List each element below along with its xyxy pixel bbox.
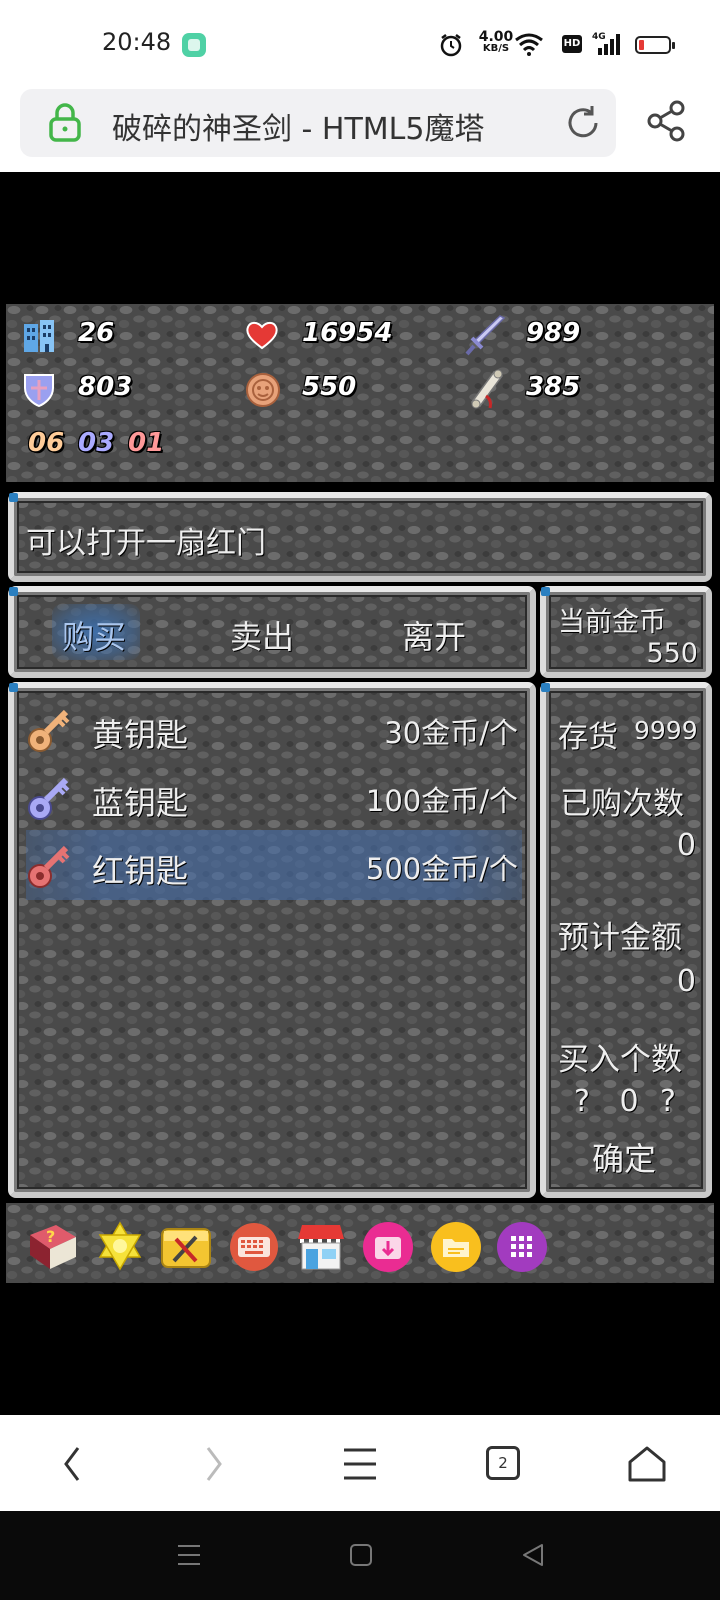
estimate-value: 0 bbox=[676, 964, 696, 999]
tabs-count-button[interactable]: 2 bbox=[486, 1446, 520, 1480]
message-text: 可以打开一扇红门 bbox=[26, 526, 266, 561]
stock-value: 9999 bbox=[634, 716, 698, 745]
red-key-count: 01 bbox=[128, 428, 165, 458]
tab-buy[interactable]: 购买 bbox=[62, 612, 126, 658]
floor-value: 26 bbox=[78, 318, 115, 348]
quantity-label: 买入个数 bbox=[558, 1042, 682, 1078]
item-price: 100金币/个 bbox=[365, 784, 518, 818]
heart-icon bbox=[246, 321, 278, 350]
home-icon[interactable] bbox=[626, 1444, 668, 1484]
toolbox-icon[interactable] bbox=[160, 1221, 212, 1271]
monster-book-icon[interactable]: ? bbox=[26, 1221, 80, 1273]
hd-badge: HD bbox=[562, 35, 582, 53]
defense-value: 803 bbox=[78, 372, 133, 402]
estimate-label: 预计金额 bbox=[558, 920, 682, 956]
tab-sell[interactable]: 卖出 bbox=[230, 612, 294, 658]
quantity-decrease-button[interactable]: ? bbox=[574, 1084, 590, 1119]
system-home-icon[interactable] bbox=[348, 1542, 374, 1568]
reload-icon[interactable] bbox=[564, 104, 602, 142]
network-speed-unit: KB/S bbox=[482, 43, 510, 54]
keyboard-icon[interactable] bbox=[228, 1221, 280, 1273]
alarm-icon bbox=[440, 34, 462, 57]
attack-value: 989 bbox=[526, 318, 581, 348]
menu-grid-icon[interactable] bbox=[496, 1221, 548, 1273]
app-notification-icon bbox=[182, 33, 206, 57]
fly-star-icon[interactable] bbox=[96, 1221, 144, 1271]
svg-text:?: ? bbox=[46, 1227, 55, 1246]
load-icon[interactable] bbox=[430, 1221, 482, 1273]
blue-key-count: 03 bbox=[78, 428, 115, 458]
network-speed-value: 4.00 bbox=[478, 29, 514, 45]
floor-tower-icon bbox=[24, 320, 54, 352]
lock-icon bbox=[49, 103, 81, 142]
red-key-icon bbox=[28, 845, 70, 888]
bought-count-label: 已购次数 bbox=[560, 786, 684, 822]
item-name: 蓝钥匙 bbox=[92, 784, 189, 822]
forward-icon[interactable] bbox=[200, 1444, 228, 1484]
blue-key-icon bbox=[28, 777, 70, 820]
page-title[interactable]: 破碎的神圣剑 - HTML5魔塔 bbox=[112, 104, 484, 148]
signal-icon bbox=[598, 34, 620, 55]
confirm-button[interactable]: 确定 bbox=[592, 1134, 656, 1180]
item-name: 红钥匙 bbox=[92, 852, 189, 890]
experience-value: 385 bbox=[526, 372, 581, 402]
tab-leave[interactable]: 离开 bbox=[402, 612, 466, 658]
wifi-icon bbox=[515, 33, 543, 56]
current-gold-label: 当前金币 bbox=[558, 607, 666, 638]
yellow-key-icon bbox=[28, 709, 70, 752]
status-time: 20:48 bbox=[102, 28, 172, 56]
shop-icon[interactable] bbox=[294, 1221, 348, 1273]
save-icon[interactable] bbox=[362, 1221, 414, 1273]
share-icon[interactable] bbox=[646, 100, 688, 142]
hp-value: 16954 bbox=[302, 318, 393, 348]
item-price: 30金币/个 bbox=[384, 716, 518, 750]
sword-attack-icon bbox=[465, 315, 506, 356]
quantity-increase-button[interactable]: ? bbox=[660, 1084, 676, 1119]
network-speed: 4.00 KB/S bbox=[478, 29, 514, 54]
experience-scroll-icon bbox=[470, 369, 504, 409]
current-gold-value: 550 bbox=[646, 638, 698, 669]
stock-label: 存货 bbox=[558, 720, 618, 755]
battery-icon bbox=[635, 36, 675, 54]
gold-coin-icon bbox=[246, 373, 280, 407]
bought-count-value: 0 bbox=[676, 828, 696, 863]
quantity-value: 0 bbox=[619, 1084, 639, 1119]
back-icon[interactable] bbox=[58, 1444, 86, 1484]
yellow-key-count: 06 bbox=[28, 428, 65, 458]
item-price: 500金币/个 bbox=[365, 852, 518, 886]
gold-value: 550 bbox=[302, 372, 357, 402]
hamburger-menu-icon[interactable] bbox=[342, 1446, 378, 1482]
system-back-icon[interactable] bbox=[520, 1542, 546, 1568]
shield-defense-icon bbox=[24, 374, 54, 408]
recent-apps-icon[interactable] bbox=[176, 1542, 202, 1568]
item-name: 黄钥匙 bbox=[92, 716, 189, 754]
